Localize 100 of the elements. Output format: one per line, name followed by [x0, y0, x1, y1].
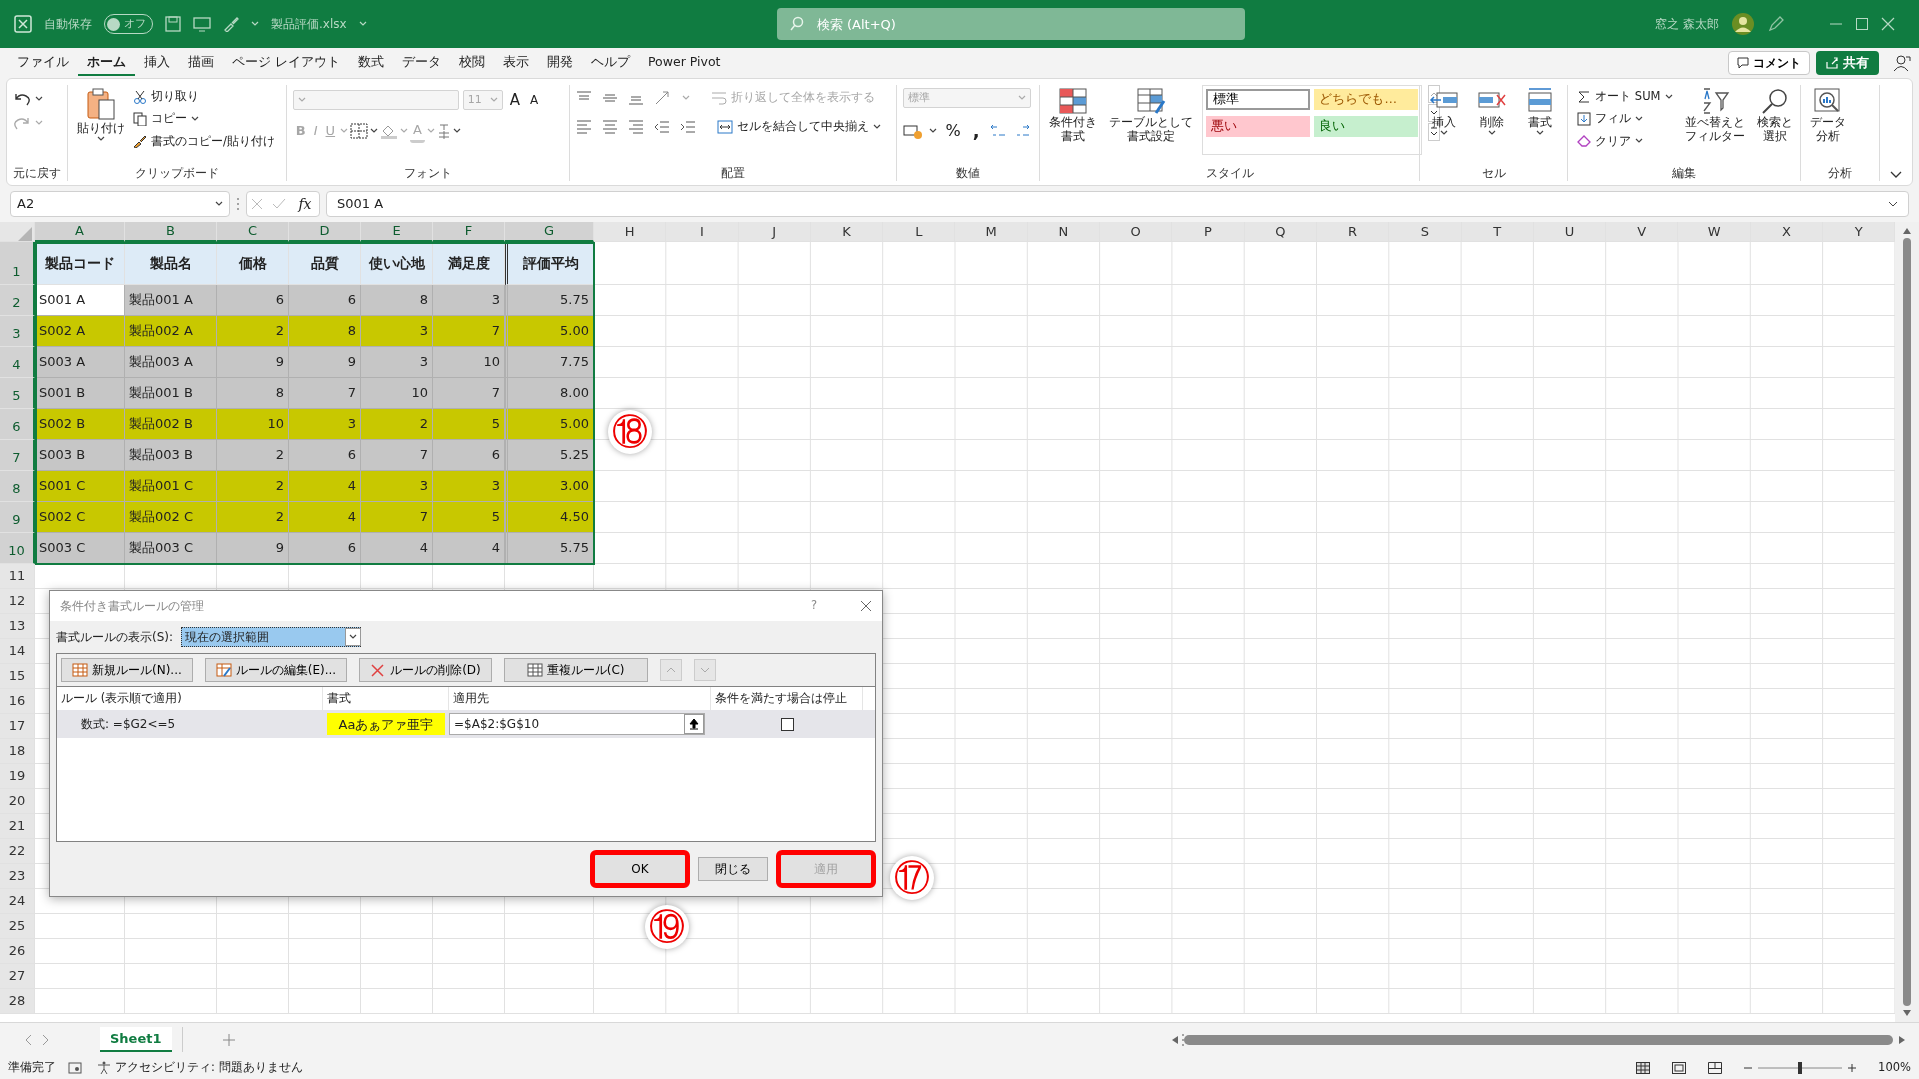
vertical-scrollbar[interactable]	[1903, 238, 1912, 1006]
column-header[interactable]: P	[1172, 222, 1245, 242]
row-header[interactable]: 12	[0, 589, 35, 614]
collapse-ribbon-icon[interactable]	[1890, 171, 1902, 179]
cell-style-item[interactable]: 標準	[1206, 89, 1311, 110]
column-header[interactable]: Y	[1823, 222, 1896, 242]
column-header[interactable]: M	[955, 222, 1028, 242]
row-header[interactable]: 17	[0, 714, 35, 739]
row-header[interactable]: 9	[0, 502, 35, 533]
fill-button[interactable]: フィル	[1574, 109, 1676, 129]
find-select-button[interactable]: 検索と 選択	[1753, 85, 1796, 166]
font-name-field[interactable]	[292, 90, 459, 111]
normal-view-icon[interactable]	[1636, 1061, 1651, 1074]
row-header[interactable]: 4	[0, 347, 35, 378]
collapse-dialog-icon[interactable]	[684, 714, 704, 735]
cell-style-item[interactable]: 良い	[1314, 116, 1419, 137]
grow-font-button[interactable]: A	[506, 88, 524, 113]
ribbon-tab[interactable]: 描画	[179, 49, 223, 77]
row-header[interactable]: 28	[0, 989, 35, 1014]
accessibility-button[interactable]: アクセシビリティ: 問題ありません	[94, 1057, 306, 1078]
cancel-icon[interactable]	[251, 198, 264, 210]
brush-icon[interactable]	[223, 16, 239, 32]
column-header[interactable]: S	[1389, 222, 1462, 242]
ribbon-tab[interactable]: ページ レイアウト	[223, 49, 349, 77]
ribbon-tab[interactable]: 開発	[538, 49, 582, 77]
column-header[interactable]: C	[217, 222, 289, 242]
row-header[interactable]: 24	[0, 889, 35, 914]
redo-icon[interactable]	[13, 115, 31, 131]
column-header[interactable]: O	[1100, 222, 1173, 242]
merge-center-button[interactable]: セルを結合して中央揃え	[713, 117, 884, 137]
row-header[interactable]: 14	[0, 639, 35, 664]
row-header[interactable]: 26	[0, 939, 35, 964]
monitor-icon[interactable]	[193, 16, 211, 32]
toolbar-button[interactable]: ルールの削除(D)	[359, 658, 492, 682]
ribbon-tab[interactable]: ホーム	[78, 49, 135, 77]
column-header[interactable]: Q	[1244, 222, 1317, 242]
name-box[interactable]: A2	[10, 191, 230, 217]
column-header[interactable]: L	[883, 222, 956, 242]
comment-button[interactable]: コメント	[1728, 51, 1810, 75]
clear-button[interactable]: クリア	[1574, 131, 1676, 151]
column-header[interactable]: E	[361, 222, 433, 242]
sort-filter-button[interactable]: 並べ替えと フィルター	[1681, 85, 1748, 166]
row-header[interactable]: 19	[0, 764, 35, 789]
delete-button[interactable]: 削除	[1474, 85, 1511, 166]
search-field[interactable]: 検索 (Alt+Q)	[776, 8, 1245, 40]
scroll-right-icon[interactable]	[1899, 1035, 1905, 1044]
ribbon-tab[interactable]: 挿入	[135, 49, 179, 77]
cut-button[interactable]: 切り取り	[130, 87, 278, 107]
autosum-button[interactable]: オート SUM	[1574, 87, 1676, 107]
horizontal-scrollbar[interactable]	[1184, 1034, 1893, 1045]
page-layout-icon[interactable]	[1672, 1061, 1687, 1074]
row-header[interactable]: 22	[0, 839, 35, 864]
row-header[interactable]: 16	[0, 689, 35, 714]
column-header[interactable]: J	[738, 222, 811, 242]
format-button[interactable]: 書式	[1522, 85, 1559, 166]
scroll-up-icon[interactable]	[1903, 228, 1912, 234]
column-header[interactable]: I	[666, 222, 739, 242]
ribbon-tab[interactable]: ヘルプ	[582, 49, 639, 77]
column-header[interactable]: D	[289, 222, 361, 242]
excel-icon[interactable]	[14, 15, 32, 33]
toolbar-button[interactable]: ルールの編集(E)...	[204, 658, 348, 682]
row-header[interactable]: 13	[0, 614, 35, 639]
percent-button[interactable]: %	[942, 117, 964, 144]
row-header[interactable]: 18	[0, 739, 35, 764]
maximize-icon[interactable]	[1855, 17, 1869, 31]
save-icon[interactable]	[165, 16, 181, 32]
comma-button[interactable]: ,	[969, 116, 983, 145]
macro-icon[interactable]	[68, 1061, 82, 1074]
align-icon[interactable]	[601, 118, 618, 135]
shrink-font-button[interactable]: A	[527, 90, 542, 111]
currency-icon[interactable]	[902, 122, 923, 139]
row-header[interactable]: 2	[0, 285, 35, 316]
row-header[interactable]: 20	[0, 789, 35, 814]
enter-icon[interactable]	[272, 198, 287, 210]
pen-icon[interactable]	[1767, 15, 1785, 33]
ribbon-tab[interactable]: ファイル	[8, 49, 78, 77]
row-header[interactable]: 7	[0, 440, 35, 471]
previous-sheet-icon[interactable]	[24, 1033, 32, 1046]
column-header[interactable]: G	[505, 222, 594, 242]
page-break-icon[interactable]	[1708, 1061, 1723, 1074]
select-all-button[interactable]	[0, 222, 35, 242]
ribbon-tab[interactable]: データ	[393, 49, 450, 77]
close-icon[interactable]	[860, 600, 872, 612]
column-header[interactable]: U	[1533, 222, 1607, 242]
column-header[interactable]: H	[594, 222, 667, 242]
ribbon-tab[interactable]: 表示	[494, 49, 538, 77]
align-icon[interactable]	[575, 118, 592, 135]
ribbon-tab[interactable]: 数式	[349, 49, 393, 77]
row-header[interactable]: 10	[0, 533, 35, 564]
format-painter-button[interactable]: 書式のコピー/貼り付け	[130, 131, 278, 151]
column-header[interactable]: T	[1461, 222, 1534, 242]
paste-button[interactable]: 貼り付け	[74, 85, 129, 166]
slider-thumb[interactable]	[1798, 1061, 1803, 1074]
align-icon[interactable]	[627, 118, 644, 135]
column-header[interactable]: V	[1606, 222, 1679, 242]
rule-row[interactable]: 数式: =$G2<=5 Aaあぁアァ亜宇 =$A$2:$G$10	[57, 710, 875, 739]
decrease-indent-icon[interactable]	[653, 118, 670, 135]
row-header[interactable]: 21	[0, 814, 35, 839]
toolbar-button[interactable]: 新規ルール(N)...	[61, 658, 193, 682]
column-header[interactable]: R	[1316, 222, 1390, 242]
